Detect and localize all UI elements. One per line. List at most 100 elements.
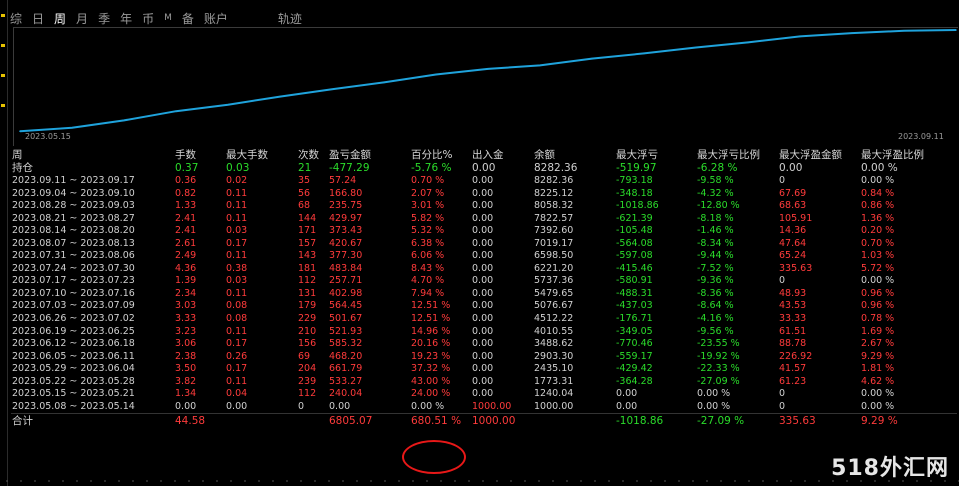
table-cell: -9.56 % xyxy=(697,325,734,337)
table-row: 2023.09.11 ~ 2023.09.17 0.36 0.02 35 57.24 0.… xyxy=(11,175,957,188)
table-cell: 0.11 xyxy=(226,375,248,387)
table-cell: 2023.07.17 ~ 2023.07.23 xyxy=(12,275,135,287)
table-cell: 0.82 xyxy=(175,187,197,199)
table-cell: 3.03 xyxy=(175,300,197,312)
table-cell: 2023.05.15 ~ 2023.05.21 xyxy=(12,388,135,400)
table-cell: 35 xyxy=(298,175,311,186)
table-cell: 0.00 xyxy=(616,388,638,400)
weekly-stats-table: 周 手数 最大手数 次数 盈亏金额 百分比% 出入金 余额 最大浮亏 最大浮亏比例 最大浮盈金额 最大… xyxy=(11,148,957,429)
table-row: 2023.06.26 ~ 2023.07.02 3.33 0.08 229 501.67… xyxy=(11,313,957,326)
table-row: 2023.06.19 ~ 2023.06.25 3.23 0.11 210 521.93… xyxy=(11,326,957,339)
table-header-row: 周 手数 最大手数 次数 盈亏金额 百分比% 出入金 余额 最大浮亏 最大浮亏比例 最大浮盈金额 最大… xyxy=(11,148,957,162)
table-cell: 41.57 xyxy=(779,363,807,375)
table-cell: -1.46 % xyxy=(697,225,734,237)
table-cell: 2023.08.07 ~ 2023.08.13 xyxy=(12,237,135,249)
chart-end-date: 2023.09.11 xyxy=(898,132,944,141)
column-header: 最大浮盈比例 xyxy=(861,149,924,161)
table-cell: 2.34 xyxy=(175,287,197,299)
tab-5[interactable]: 年 xyxy=(120,10,132,27)
table-cell: 3.82 xyxy=(175,375,197,387)
table-cell: 4.70 % xyxy=(411,275,445,287)
table-cell: 0.04 xyxy=(226,388,248,400)
tab-10[interactable]: 轨迹 xyxy=(278,10,302,27)
table-cell: 5076.67 xyxy=(534,300,574,312)
table-cell: 0.17 xyxy=(226,363,248,375)
balance-chart-panel xyxy=(13,27,958,146)
table-cell: 143 xyxy=(298,250,317,262)
table-cell: 0.00 xyxy=(472,313,494,325)
column-header: 最大浮盈金额 xyxy=(779,149,842,161)
table-cell: 3488.62 xyxy=(534,338,574,350)
table-cell: 0.11 xyxy=(226,325,248,337)
column-header: 出入金 xyxy=(472,149,504,161)
tab-9[interactable]: 账户 xyxy=(204,10,228,27)
table-cell: 0.00 xyxy=(472,187,494,199)
table-cell: -597.08 xyxy=(616,250,653,262)
edge-marker xyxy=(1,74,5,77)
table-cell: 2023.05.08 ~ 2023.05.14 xyxy=(12,400,135,412)
table-cell: 7822.57 xyxy=(534,212,574,224)
balance-series-line xyxy=(19,29,957,133)
table-cell: 6.38 % xyxy=(411,237,445,249)
balance-point xyxy=(331,88,333,91)
column-header: 余额 xyxy=(534,149,555,161)
table-cell: -8.34 % xyxy=(697,237,734,249)
table-cell: 0.03 xyxy=(226,275,248,287)
tab-7[interactable]: M xyxy=(164,13,172,23)
table-cell: 0.11 xyxy=(226,200,248,212)
tab-1[interactable]: 日 xyxy=(32,10,44,27)
table-cell: 0.00 % xyxy=(861,400,895,412)
column-header: 次数 xyxy=(298,149,319,161)
tab-0[interactable]: 综 xyxy=(10,10,22,27)
table-cell: 0.96 % xyxy=(861,287,895,299)
table-cell: -9.36 % xyxy=(697,275,734,287)
tab-2[interactable]: 周 xyxy=(54,10,66,27)
table-cell: 179 xyxy=(298,300,317,312)
balance-point xyxy=(643,52,645,55)
table-cell: -1018.86 xyxy=(615,413,696,429)
balance-point xyxy=(851,32,853,34)
table-cell: 0.00 xyxy=(175,400,197,412)
balance-point xyxy=(71,127,73,129)
table-cell: 0.11 xyxy=(226,287,248,299)
table-cell: 585.32 xyxy=(329,338,363,350)
table-cell: 0.11 xyxy=(226,187,248,199)
column-header: 手数 xyxy=(175,149,196,161)
table-cell: 8058.32 xyxy=(534,200,574,212)
table-cell: 4010.55 xyxy=(534,325,574,337)
table-cell: 0.00 xyxy=(472,262,494,274)
balance-point xyxy=(279,95,281,98)
table-cell: -27.09 % xyxy=(697,375,740,387)
table-cell: 257.71 xyxy=(329,275,363,287)
table-cell: 0.20 % xyxy=(861,225,895,237)
table-cell: 0.37 xyxy=(175,162,199,175)
balance-point xyxy=(19,130,21,132)
table-cell: -1018.86 xyxy=(616,200,659,212)
table-cell: 3.01 % xyxy=(411,200,445,212)
table-cell: 210 xyxy=(298,325,317,337)
table-cell: 7.94 % xyxy=(411,287,445,299)
left-edge-strip xyxy=(0,0,8,486)
table-cell: 3.33 xyxy=(175,313,197,325)
table-cell: 8282.36 xyxy=(534,175,574,186)
table-cell: 0 xyxy=(779,388,786,400)
table-cell: 12.51 % xyxy=(411,313,451,325)
tab-6[interactable]: 币 xyxy=(142,10,154,27)
table-cell: 0.00 % xyxy=(411,400,445,412)
table-cell: -793.18 xyxy=(616,175,653,186)
table-cell: 6.06 % xyxy=(411,250,445,262)
table-cell xyxy=(297,413,328,429)
tab-8[interactable]: 备 xyxy=(182,10,194,27)
table-cell: 0.00 xyxy=(472,287,494,299)
table-row: 2023.05.08 ~ 2023.05.14 0.00 0.00 0 0.00 0.00… xyxy=(11,401,957,414)
table-cell: 402.98 xyxy=(329,287,363,299)
table-cell: 14.96 % xyxy=(411,325,451,337)
table-cell: -22.33 % xyxy=(697,363,740,375)
balance-point xyxy=(747,41,749,44)
tab-3[interactable]: 月 xyxy=(76,10,88,27)
table-cell: 131 xyxy=(298,287,317,299)
table-cell: 1000.00 xyxy=(534,400,574,412)
balance-line-chart xyxy=(19,29,957,133)
tab-4[interactable]: 季 xyxy=(98,10,110,27)
weekly-stats-table-wrap: 周 手数 最大手数 次数 盈亏金额 百分比% 出入金 余额 最大浮亏 最大浮亏比例 最大浮盈金额 最大… xyxy=(11,148,957,478)
